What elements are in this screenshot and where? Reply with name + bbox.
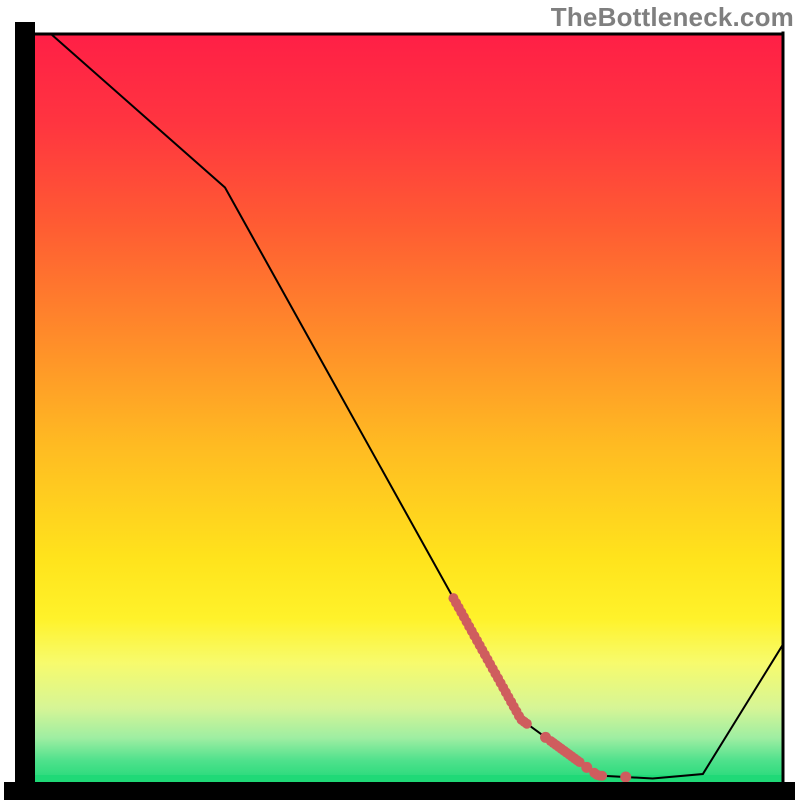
plot-background xyxy=(34,34,783,783)
bottleneck-chart: TheBottleneck.com xyxy=(0,0,800,800)
watermark-text: TheBottleneck.com xyxy=(551,2,794,33)
chart-svg xyxy=(0,0,800,800)
